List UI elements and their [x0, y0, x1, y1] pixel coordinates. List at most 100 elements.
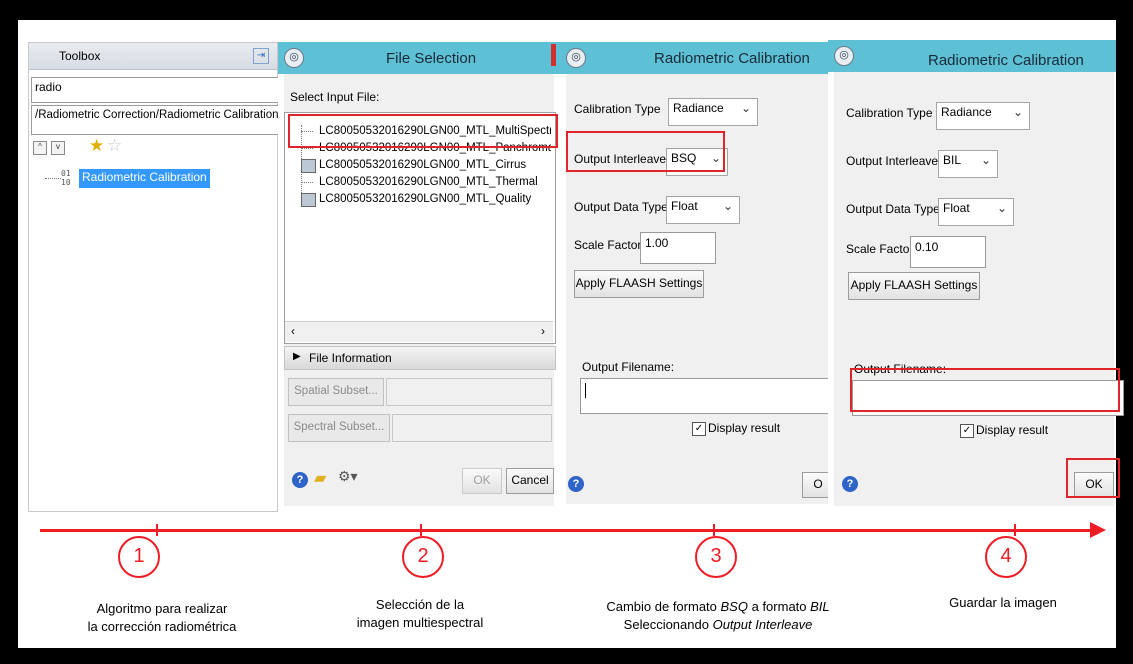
spatial-subset-button[interactable]: Spatial Subset... — [288, 378, 384, 406]
highlight-multispectral — [288, 114, 558, 148]
tree-item-radiometric-calibration[interactable]: Radiometric Calibration — [79, 169, 210, 188]
scale-factor-input[interactable]: 1.00 — [640, 232, 716, 264]
calibration-titlebar: ◎ Radiometric Calibration — [828, 40, 1116, 72]
chevron-down-icon: ⌄ — [740, 101, 751, 115]
calibration-body: Calibration Type Radiance ⌄ Output Interl… — [834, 72, 1124, 506]
envi-app-icon: ◎ — [834, 46, 854, 66]
file-information-label: File Information — [309, 351, 392, 365]
output-data-type-label: Output Data Type — [574, 200, 668, 214]
ok-button[interactable]: OK — [462, 468, 502, 494]
select-value: Radiance — [941, 105, 992, 119]
step-1-number: 1 — [118, 536, 160, 578]
caption-text: BSQ — [720, 599, 748, 614]
calibration-title: Radiometric Calibration — [654, 50, 810, 67]
toolbox-header: Toolbox ⇥ — [29, 43, 277, 70]
tools-dropdown-icon[interactable]: ⚙▾ — [338, 468, 358, 485]
caption-line: la corrección radiométrica — [87, 619, 237, 634]
scale-factor-label: Scale Factor — [574, 238, 642, 252]
calibration-type-select[interactable]: Radiance ⌄ — [668, 98, 758, 126]
select-value: BIL — [943, 153, 962, 167]
calibration-type-label: Calibration Type — [846, 106, 933, 120]
file-row-quality[interactable]: LC80050532016290LGN00_MTL_Quality — [301, 191, 532, 208]
output-data-type-select[interactable]: Float ⌄ — [666, 196, 740, 224]
help-icon[interactable]: ? — [292, 472, 308, 488]
process-arrow-line — [40, 529, 1095, 532]
file-selection-titlebar: ◎ File Selection — [278, 42, 560, 74]
collapse-all-icon[interactable]: ^ — [33, 141, 47, 155]
highlight-output-filename — [850, 368, 1120, 412]
pin-icon[interactable]: ⇥ — [253, 48, 269, 64]
step-tick — [1014, 524, 1016, 536]
help-icon[interactable]: ? — [842, 476, 858, 492]
file-name: LC80050532016290LGN00_MTL_Quality — [319, 193, 532, 205]
output-interleave-select[interactable]: BIL ⌄ — [938, 150, 998, 178]
scale-factor-input[interactable]: 0.10 — [910, 236, 986, 268]
output-interleave-label: Output Interleave — [846, 154, 939, 168]
output-filename-input[interactable] — [580, 378, 838, 414]
select-input-file-label: Select Input File: — [290, 90, 380, 104]
output-filename-label: Output Filename: — [582, 360, 675, 374]
toolbox-title: Toolbox — [59, 49, 101, 63]
radiometric-calibration-dialog-1: ◎ Radiometric Calibration Calibration Ty… — [560, 42, 838, 510]
tool-binary-icon: 01 10 — [61, 169, 71, 187]
envi-app-icon: ◎ — [284, 48, 304, 68]
raster-file-icon — [301, 159, 316, 173]
calibration-type-select[interactable]: Radiance ⌄ — [936, 102, 1030, 130]
toolbox-panel: Toolbox ⇥ radio /Radiometric Correction/… — [28, 42, 283, 512]
apply-flaash-settings-button[interactable]: Apply FLAASH Settings — [574, 270, 704, 298]
radiometric-calibration-dialog-2: ◎ Radiometric Calibration Calibration Ty… — [828, 40, 1124, 512]
tree-branch — [301, 182, 313, 184]
tree-connector — [45, 178, 61, 180]
open-folder-icon[interactable]: ▰ — [314, 468, 326, 488]
file-name: LC80050532016290LGN00_MTL_Thermal — [319, 176, 538, 188]
step-3-number: 3 — [695, 536, 737, 578]
caption-text: BIL — [810, 599, 830, 614]
step-4-number: 4 — [985, 536, 1027, 578]
display-result-label: Display result — [708, 421, 781, 435]
chevron-down-icon: ⌄ — [996, 201, 1007, 215]
caption-line: Cambio de formato BSQ a formato BIL — [568, 598, 868, 616]
help-icon[interactable]: ? — [568, 476, 584, 492]
step-1-caption: Algoritmo para realizar la corrección ra… — [62, 600, 262, 636]
file-row-cirrus[interactable]: LC80050532016290LGN00_MTL_Cirrus — [301, 157, 527, 174]
file-row-thermal[interactable]: LC80050532016290LGN00_MTL_Thermal — [319, 174, 551, 191]
cancel-button[interactable]: Cancel — [506, 468, 554, 494]
list-horizontal-scrollbar[interactable]: ‹ › — [285, 321, 553, 342]
chevron-down-icon: ⌄ — [722, 199, 733, 213]
step-3-caption: Cambio de formato BSQ a formato BIL Sele… — [568, 598, 868, 634]
spectral-subset-button[interactable]: Spectral Subset... — [288, 414, 390, 442]
display-result-label: Display result — [976, 423, 1049, 437]
caption-text: Output Interleave — [712, 617, 813, 632]
highlight-output-interleave — [566, 131, 725, 172]
file-name: LC80050532016290LGN00_MTL_Cirrus — [319, 159, 527, 171]
chevron-down-icon: ⌄ — [980, 153, 991, 167]
apply-flaash-settings-button[interactable]: Apply FLAASH Settings — [848, 272, 980, 300]
step-2-caption: Selección de la imagen multiespectral — [330, 596, 510, 632]
scroll-left-icon[interactable]: ‹ — [291, 324, 295, 338]
calibration-titlebar: ◎ Radiometric Calibration — [560, 42, 828, 74]
red-marker — [551, 44, 556, 66]
step-tick — [420, 524, 422, 536]
tree-branch — [301, 148, 313, 150]
caption-line: Selección de la — [375, 597, 465, 612]
file-selection-dialog: ◎ File Selection Select Input File: LC80… — [278, 42, 560, 512]
highlight-ok-button — [1066, 458, 1120, 498]
toolbox-search-input[interactable]: radio — [31, 77, 283, 103]
raster-file-icon — [301, 193, 316, 207]
add-favorite-icon[interactable]: ★ — [89, 137, 104, 154]
text-cursor — [585, 383, 586, 398]
output-data-type-select[interactable]: Float ⌄ — [938, 198, 1014, 226]
expand-all-icon[interactable]: v — [51, 141, 65, 155]
display-result-checkbox[interactable]: ✓ — [692, 422, 706, 436]
remove-favorite-icon[interactable]: ☆ — [107, 137, 122, 154]
step-2-number: 2 — [402, 536, 444, 578]
step-4-caption: Guardar la imagen — [918, 594, 1088, 612]
caption-line: imagen multiespectral — [356, 615, 484, 630]
toolbox-path: /Radiometric Correction/Radiometric Cali… — [31, 105, 283, 135]
scroll-right-icon[interactable]: › — [541, 324, 545, 338]
file-selection-title: File Selection — [386, 50, 477, 67]
display-result-checkbox[interactable]: ✓ — [960, 424, 974, 438]
file-information-section[interactable]: ▶ File Information — [284, 346, 556, 370]
calibration-title: Radiometric Calibration — [928, 52, 1084, 69]
calibration-type-label: Calibration Type — [574, 102, 661, 116]
